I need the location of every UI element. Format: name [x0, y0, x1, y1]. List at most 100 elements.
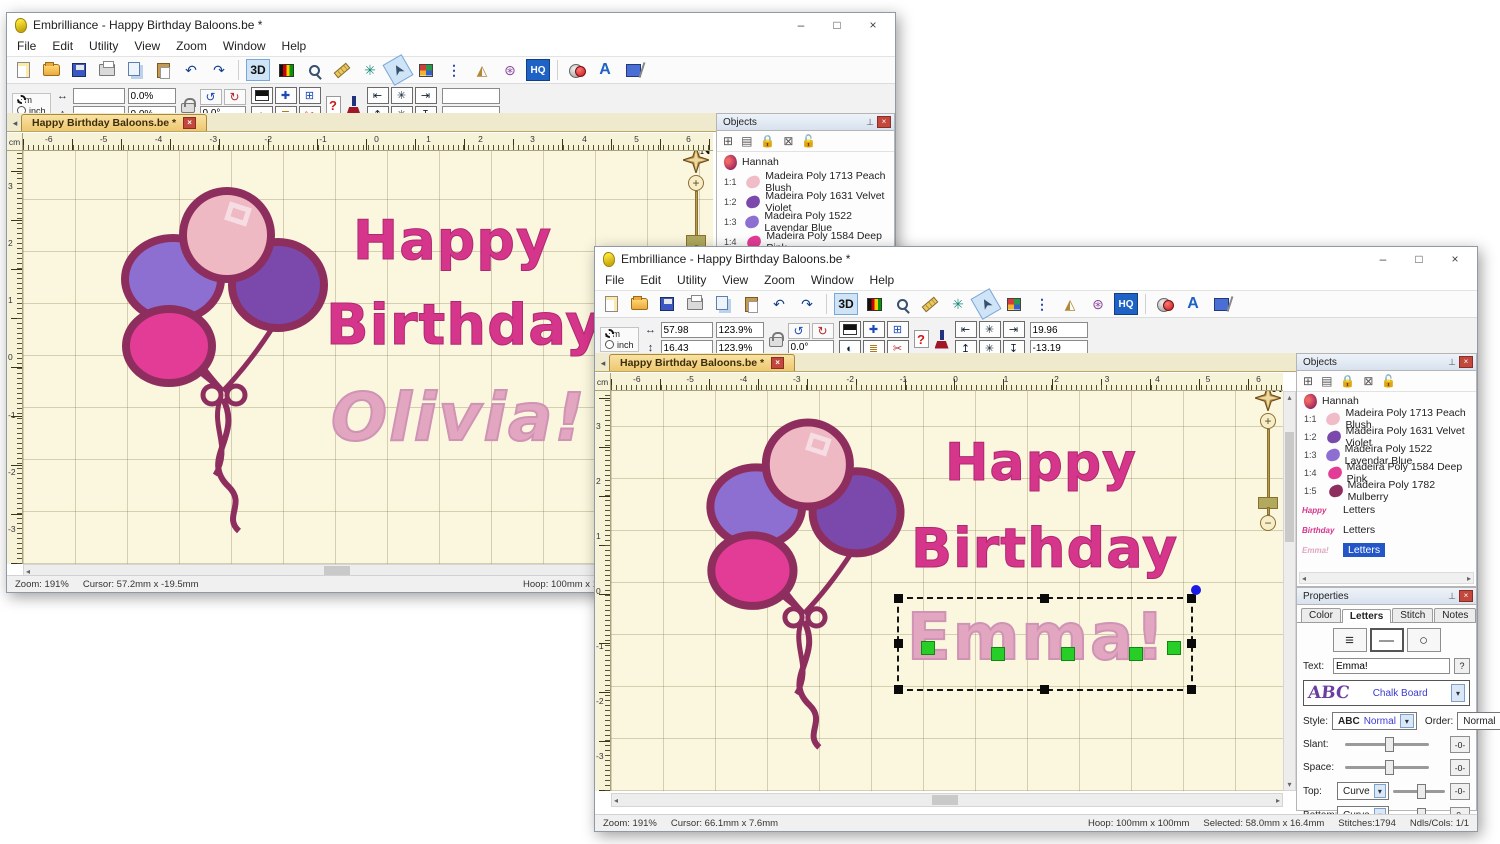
print-button[interactable]: [95, 59, 119, 81]
print-button[interactable]: [683, 293, 707, 315]
lettering-button[interactable]: A: [593, 59, 617, 81]
open-button[interactable]: [627, 293, 651, 315]
hide-icon[interactable]: ⊠: [1363, 374, 1373, 388]
stitch-doctor-button[interactable]: ?: [326, 96, 341, 114]
objects-panel-button[interactable]: [414, 59, 438, 81]
multiline-mode-button[interactable]: ≡: [1333, 628, 1367, 652]
letter-handle[interactable]: [921, 641, 935, 655]
zoom-in-icon[interactable]: +: [688, 175, 704, 191]
lock-icon[interactable]: 🔒: [760, 134, 775, 148]
rotate-right-button[interactable]: ↻: [224, 89, 246, 105]
menu-file[interactable]: File: [17, 39, 36, 53]
document-tab[interactable]: Happy Birthday Baloons.be * ×: [609, 354, 795, 371]
new-button[interactable]: [599, 293, 623, 315]
tree-expand-icon[interactable]: ⊞: [1303, 374, 1313, 388]
move-hoop-button[interactable]: ✚: [863, 321, 885, 338]
measure-button[interactable]: [330, 59, 354, 81]
hq-button[interactable]: HQ: [1114, 293, 1138, 315]
stitch-points-button[interactable]: ⋮: [442, 59, 466, 81]
selection-handle[interactable]: [894, 594, 903, 603]
menu-window[interactable]: Window: [811, 273, 854, 287]
new-button[interactable]: [11, 59, 35, 81]
align-right-button[interactable]: ⇥: [415, 87, 437, 104]
design-text-birthday[interactable]: Birthday: [911, 517, 1178, 580]
pos-x-input[interactable]: [442, 88, 500, 104]
stitch-points-button[interactable]: ⋮: [1030, 293, 1054, 315]
panel-scrollbar[interactable]: ◂ ▸: [1299, 572, 1474, 584]
open-button[interactable]: [39, 59, 63, 81]
align-left-button[interactable]: ⇤: [955, 321, 977, 338]
color-row[interactable]: 1:2 Madeira Poly 1631 Velvet Violet: [717, 192, 894, 212]
menu-window[interactable]: Window: [223, 39, 266, 53]
scroll-left-icon[interactable]: ◂: [1302, 574, 1306, 583]
menu-view[interactable]: View: [134, 39, 160, 53]
design-text-name[interactable]: Olivia!: [331, 379, 587, 456]
text-help-button[interactable]: ?: [1454, 658, 1470, 674]
selection-handle[interactable]: [1187, 594, 1196, 603]
letter-handle[interactable]: [1129, 647, 1143, 661]
unlock-icon[interactable]: 🔓: [801, 134, 816, 148]
letter-handle[interactable]: [1167, 641, 1181, 655]
selection-handle[interactable]: [1040, 685, 1049, 694]
menu-edit[interactable]: Edit: [640, 273, 661, 287]
fit-hoop-button[interactable]: ⊞: [887, 321, 909, 338]
color-row[interactable]: 1:3 Madeira Poly 1522 Lavendar Blue: [717, 212, 894, 232]
stitch-doctor-button[interactable]: ?: [914, 330, 929, 348]
aspect-lock-icon[interactable]: [769, 337, 783, 347]
scroll-left-icon[interactable]: ◂: [612, 795, 620, 806]
zoom-tool-button[interactable]: [302, 59, 326, 81]
singleline-mode-button[interactable]: —: [1370, 628, 1404, 652]
order-dropdown[interactable]: Normal ▾: [1457, 712, 1500, 730]
scroll-thumb[interactable]: [932, 795, 958, 805]
design-text-happy[interactable]: Happy: [353, 209, 552, 272]
stitch-back-button[interactable]: ↶: [179, 59, 203, 81]
letter-handle[interactable]: [1061, 647, 1075, 661]
menu-help[interactable]: Help: [282, 39, 307, 53]
rotate-left-button[interactable]: ↺: [788, 323, 810, 339]
zoom-tool-button[interactable]: [890, 293, 914, 315]
scroll-up-icon[interactable]: ▴: [1285, 392, 1293, 403]
font-selector[interactable]: ABC Chalk Board ▾: [1303, 680, 1470, 706]
selection-handle[interactable]: [894, 685, 903, 694]
top-reset-button[interactable]: -0-: [1450, 783, 1470, 800]
letter-handle[interactable]: [991, 647, 1005, 661]
menu-view[interactable]: View: [722, 273, 748, 287]
top-curve-dropdown[interactable]: Curve ▾: [1337, 782, 1389, 800]
chevron-down-icon[interactable]: ▾: [1451, 684, 1465, 702]
design-text-happy[interactable]: Happy: [945, 433, 1137, 493]
3d-view-button[interactable]: 3D: [834, 293, 858, 315]
merge-design-button[interactable]: [565, 59, 589, 81]
tab-stitch[interactable]: Stitch: [1392, 608, 1433, 622]
selection-handle[interactable]: [1187, 639, 1196, 648]
scroll-right-icon[interactable]: ▸: [1274, 795, 1282, 806]
move-hoop-button[interactable]: ✚: [275, 87, 297, 104]
aspect-lock-icon[interactable]: [181, 103, 195, 113]
close-button[interactable]: ×: [1437, 248, 1473, 270]
stitch-forward-button[interactable]: ↷: [207, 59, 231, 81]
panel-close-icon[interactable]: ×: [1459, 590, 1473, 602]
tab-scroll-left[interactable]: ◂: [597, 356, 609, 371]
panel-close-icon[interactable]: ×: [877, 116, 891, 128]
rotate-handle[interactable]: [1191, 585, 1201, 595]
align-right-button[interactable]: ⇥: [1003, 321, 1025, 338]
save-button[interactable]: [655, 293, 679, 315]
titlebar[interactable]: Embrilliance - Happy Birthday Baloons.be…: [595, 247, 1477, 271]
tab-letters[interactable]: Letters: [1342, 609, 1391, 623]
merge-stitch-file-button[interactable]: [621, 59, 645, 81]
width-input[interactable]: [661, 322, 713, 338]
menu-zoom[interactable]: Zoom: [176, 39, 207, 53]
slant-slider[interactable]: [1345, 743, 1429, 746]
titlebar[interactable]: Embrilliance - Happy Birthday Baloons.be…: [7, 13, 895, 37]
minimize-button[interactable]: –: [1365, 248, 1401, 270]
align-left-button[interactable]: ⇤: [367, 87, 389, 104]
style-dropdown[interactable]: ABC Normal ▾: [1332, 712, 1417, 730]
menu-edit[interactable]: Edit: [52, 39, 73, 53]
merge-design-button[interactable]: [1153, 293, 1177, 315]
menu-zoom[interactable]: Zoom: [764, 273, 795, 287]
align-center-button[interactable]: ✳: [979, 321, 1001, 338]
scroll-thumb[interactable]: [1285, 432, 1294, 542]
width-percent-input[interactable]: [716, 322, 764, 338]
tab-notes[interactable]: Notes: [1434, 608, 1476, 622]
selection-box[interactable]: [897, 597, 1193, 691]
horizontal-scrollbar[interactable]: ◂ ▸: [611, 793, 1283, 807]
